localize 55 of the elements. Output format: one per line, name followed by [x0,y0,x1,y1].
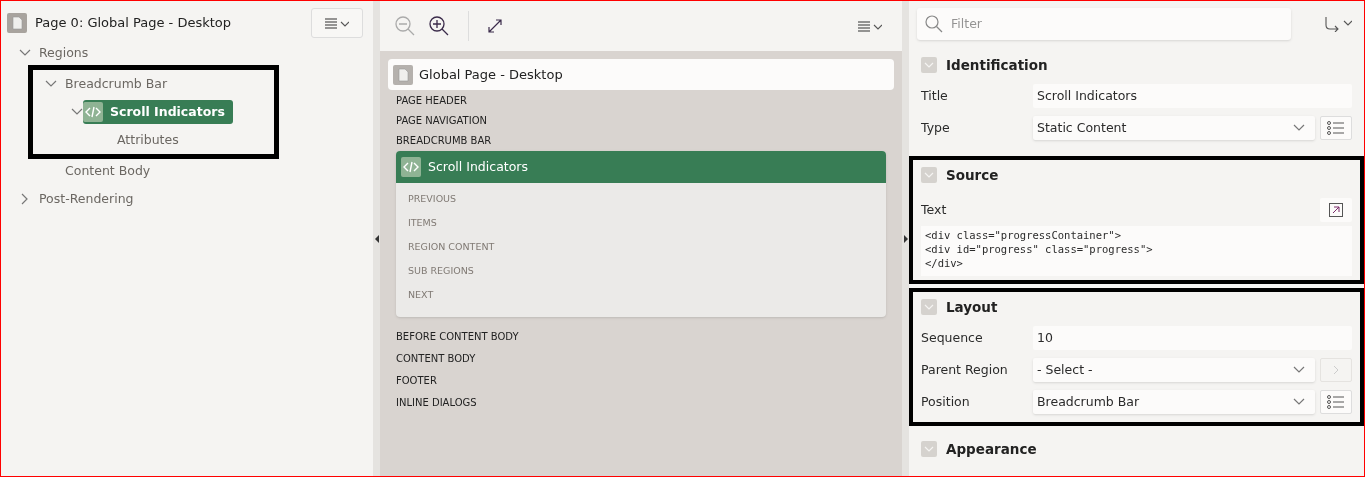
slot-label: NEXT [407,287,435,302]
select-field[interactable]: Breadcrumb Bar [1033,390,1315,414]
section-title[interactable]: Layout [946,296,998,318]
field-label: Parent Region [921,360,1009,379]
open-editor-icon [1329,203,1343,217]
position-label: INLINE DIALOGS [395,395,478,410]
menu-button[interactable] [311,8,363,38]
field-label: Type [921,118,951,137]
tree-node[interactable]: Attributes [117,130,179,150]
page-icon [7,13,27,33]
list-button[interactable] [1320,390,1352,414]
text-field[interactable]: Scroll Indicators [1033,84,1352,108]
page-title: Page 0: Global Page - Desktop [35,14,232,33]
search-icon [925,14,943,33]
code-editor[interactable]: <div class="progressContainer"> <div id="progress" class="progress"> </div> [921,226,1352,276]
page-icon [393,64,413,85]
field-label: Title [921,86,949,105]
select-field[interactable]: - Select - [1033,358,1315,382]
slot-label: ITEMS [407,215,438,230]
field-label: Sequence [921,328,984,347]
code-icon [83,102,103,122]
section-title[interactable]: Appearance [946,438,1037,460]
position-label: CONTENT BODY [395,351,477,366]
tree-node[interactable]: Post-Rendering [39,189,134,209]
slot-label: SUB REGIONS [407,263,475,278]
position-label: BEFORE CONTENT BODY [395,329,520,344]
position-label: PAGE NAVIGATION [395,113,488,128]
page-header-bar: Global Page - Desktop [388,59,894,90]
slot-label: PREVIOUS [407,191,458,206]
expand-icon[interactable] [487,18,503,34]
go-to-icon[interactable] [1324,15,1352,32]
list-button[interactable] [1320,116,1352,140]
menu-icon [325,16,349,30]
position-label: PAGE HEADER [395,93,468,108]
tree-node[interactable]: Regions [39,43,89,63]
list-icon [1327,395,1345,409]
tree-node-selected[interactable]: Scroll Indicators [83,100,233,124]
position-label: BREADCRUMB BAR [395,133,493,148]
field-label: Text [921,200,947,219]
slot-label: REGION CONTENT [407,239,496,254]
select-field[interactable]: Static Content [1033,116,1315,140]
text-field[interactable]: 10 [1033,326,1352,350]
zoom-in-icon[interactable] [428,15,450,37]
list-icon [1327,121,1345,135]
tree-node[interactable]: Content Body [65,161,151,181]
region-header[interactable]: Scroll Indicators [396,151,886,183]
filter-field[interactable]: Filter [917,7,1291,40]
code-icon [401,157,421,177]
tree-node[interactable]: Breadcrumb Bar [65,74,168,94]
position-label: FOOTER [395,373,438,388]
expand-editor-button[interactable] [1320,198,1352,222]
field-label: Position [921,392,971,411]
menu-icon[interactable] [858,19,882,33]
section-title[interactable]: Source [946,164,999,186]
section-title[interactable]: Identification [946,54,1048,76]
